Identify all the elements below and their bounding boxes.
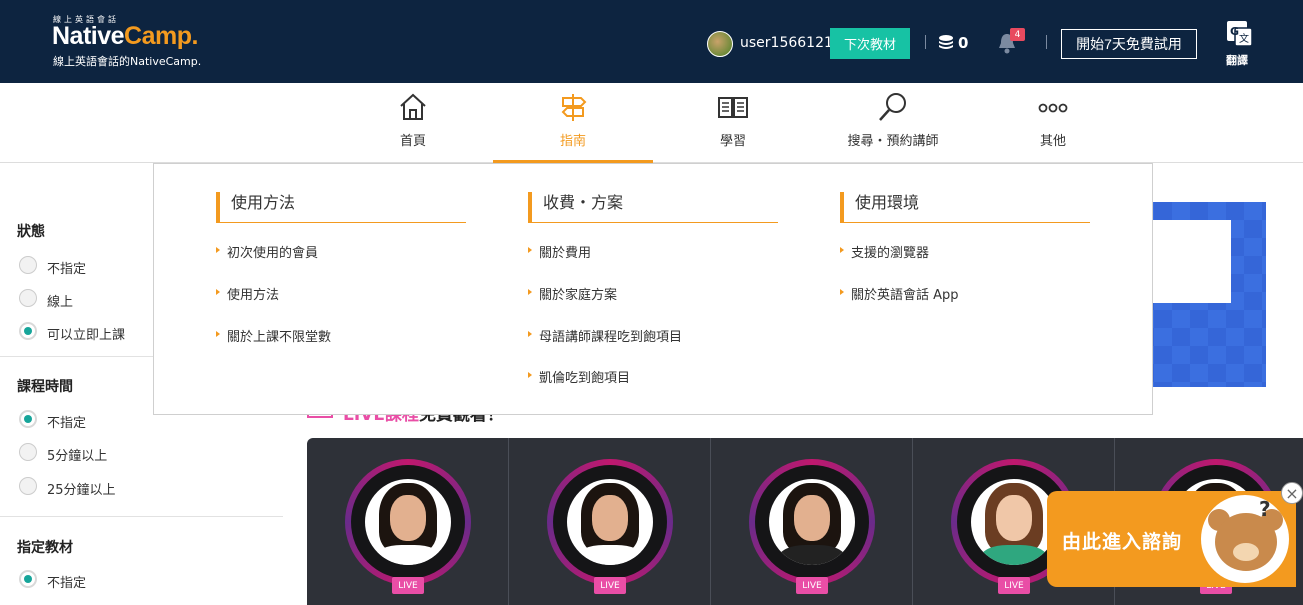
menu-column-title: 收費・方案 [528, 192, 778, 223]
more-icon [1038, 103, 1068, 113]
teacher-photo [971, 479, 1057, 565]
translate-icon[interactable]: G 文 [1226, 20, 1253, 47]
teacher-card[interactable]: LIVE [307, 438, 509, 605]
nav-guide-label: 指南 [559, 134, 586, 149]
radio-label[interactable]: 不指定 [47, 258, 86, 277]
logo-tagline: 線上英語會話的NativeCamp. [53, 55, 202, 68]
teacher-photo [365, 479, 451, 565]
guide-dropdown-menu: 使用方法 初次使用的會員 使用方法 關於上課不限堂數 收費・方案 關於費用 關於… [153, 163, 1153, 415]
teacher-ring [547, 459, 673, 585]
svg-text:文: 文 [1239, 32, 1249, 45]
signpost-icon [561, 94, 587, 121]
header-divider [1046, 35, 1047, 49]
nav-study[interactable]: 學習 [653, 83, 813, 162]
nav-home-label: 首頁 [399, 134, 426, 149]
radio-status-available-now[interactable] [19, 322, 37, 340]
main-nav: 首頁 指南 學習 搜尋・預約講師 其他 [0, 83, 1303, 164]
nav-more[interactable]: 其他 [973, 83, 1133, 162]
radio-status-online[interactable] [19, 289, 37, 307]
free-trial-button[interactable]: 開始7天免費試用 [1061, 29, 1197, 59]
logo-brand-b: Camp. [124, 22, 198, 50]
teacher-card[interactable]: LIVE [509, 438, 711, 605]
filter-material-title: 指定教材 [17, 540, 73, 556]
menu-link-fees[interactable]: 關於費用 [527, 242, 591, 261]
notification-badge: 4 [1010, 28, 1025, 41]
next-material-button[interactable]: 下次教材 [830, 28, 910, 59]
username[interactable]: user1566121 [740, 35, 833, 51]
radio-duration-25min[interactable] [19, 477, 37, 495]
menu-link-app[interactable]: 關於英語會話 App [840, 284, 959, 303]
teacher-ring [345, 459, 471, 585]
logo[interactable]: NativeCamp. [52, 22, 198, 51]
close-icon[interactable]: × [1281, 482, 1303, 504]
menu-link-supported-browsers[interactable]: 支援的瀏覽器 [839, 242, 929, 261]
avatar[interactable] [707, 31, 733, 57]
menu-link-unlimited-lessons[interactable]: 關於上課不限堂數 [215, 326, 331, 345]
radio-duration-5min[interactable] [19, 443, 37, 461]
live-badge: LIVE [796, 577, 828, 594]
menu-column-title: 使用方法 [216, 192, 466, 223]
nav-home[interactable]: 首頁 [333, 83, 493, 162]
nav-search-teachers[interactable]: 搜尋・預約講師 [813, 83, 973, 162]
bear-mascot-icon: ? [1201, 495, 1289, 583]
live-badge: LIVE [392, 577, 424, 594]
book-icon [718, 97, 748, 118]
live-badge: LIVE [594, 577, 626, 594]
home-icon [400, 93, 426, 120]
filter-divider [0, 356, 153, 357]
menu-link-first-time[interactable]: 初次使用的會員 [215, 242, 318, 261]
radio-label[interactable]: 可以立即上課 [47, 324, 125, 343]
filter-divider [0, 516, 283, 517]
coin-stack-icon [939, 35, 953, 49]
filter-status-title: 狀態 [17, 224, 45, 240]
filter-duration-title: 課程時間 [17, 379, 73, 395]
header-divider [925, 35, 926, 49]
nav-search-label: 搜尋・預約講師 [847, 134, 939, 149]
menu-link-family-plan[interactable]: 關於家庭方案 [527, 284, 617, 303]
logo-brand-a: Native [52, 22, 125, 50]
menu-link-how-to-use[interactable]: 使用方法 [215, 284, 279, 303]
radio-label[interactable]: 不指定 [47, 412, 86, 431]
translate-label[interactable]: 翻譯 [1226, 52, 1248, 68]
coin-count: 0 [958, 34, 969, 52]
menu-column-title: 使用環境 [840, 192, 1090, 223]
radio-label[interactable]: 不指定 [47, 572, 86, 591]
radio-status-any[interactable] [19, 256, 37, 274]
nav-guide[interactable]: 指南 [493, 83, 653, 164]
radio-label[interactable]: 線上 [47, 291, 73, 310]
menu-link-native-unlimited[interactable]: 母語講師課程吃到飽項目 [527, 326, 682, 345]
radio-label[interactable]: 5分鐘以上 [47, 445, 107, 464]
chat-label: 由此進入諮詢 [1062, 531, 1183, 553]
top-header: 線上英語會話 NativeCamp. 線上英語會話的NativeCamp. us… [0, 0, 1303, 83]
radio-duration-any[interactable] [19, 410, 37, 428]
radio-material-any[interactable] [19, 570, 37, 588]
nav-study-label: 學習 [719, 134, 746, 149]
chat-consult-widget[interactable]: 由此進入諮詢 ? [1047, 491, 1296, 587]
teacher-photo [567, 479, 653, 565]
svg-text:G: G [1230, 25, 1239, 38]
teacher-ring [749, 459, 875, 585]
teacher-photo [769, 479, 855, 565]
radio-label[interactable]: 25分鐘以上 [47, 479, 116, 498]
nav-more-label: 其他 [1039, 134, 1066, 149]
menu-link-callan-unlimited[interactable]: 凱倫吃到飽項目 [527, 367, 630, 386]
search-icon [879, 93, 906, 121]
teacher-card[interactable]: LIVE [711, 438, 913, 605]
live-badge: LIVE [998, 577, 1030, 594]
